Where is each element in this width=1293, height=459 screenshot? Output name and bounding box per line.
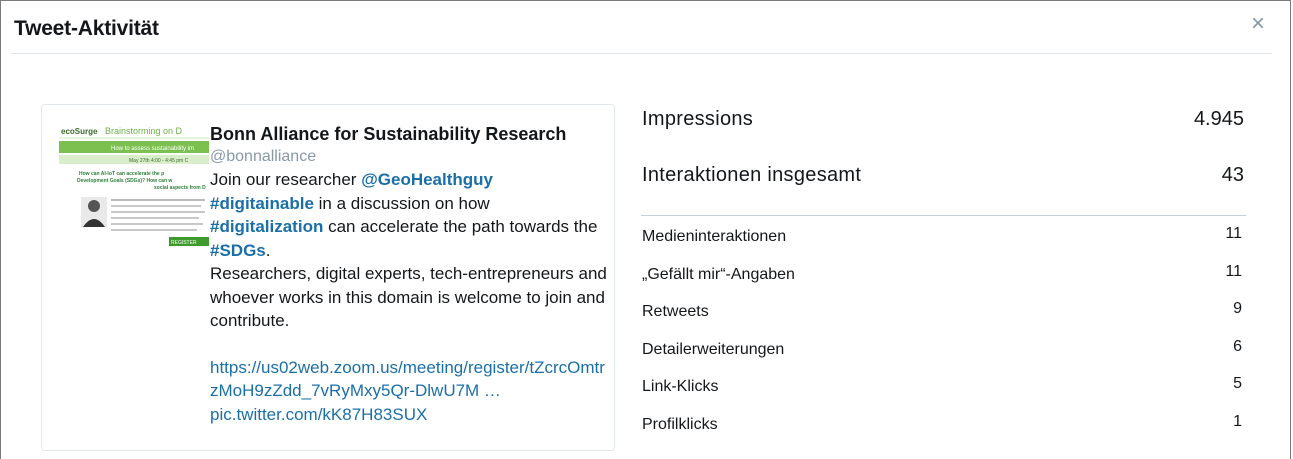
stat-impressions: Impressions 4.945	[641, 101, 1246, 157]
tweet-media-thumbnail[interactable]: ecoSurge Brainstorming on D How to asses…	[59, 121, 209, 259]
zoom-registration-link[interactable]: https://us02web.zoom.us/meeting/register…	[210, 358, 605, 401]
author-handle[interactable]: @bonnalliance	[210, 146, 610, 168]
stat-link-clicks: Link-Klicks 5	[641, 366, 1246, 404]
stat-label: Interaktionen insgesamt	[642, 164, 862, 186]
stat-value: 9	[1233, 300, 1242, 317]
stat-label: Medieninteraktionen	[642, 228, 787, 245]
stats-panel: Impressions 4.945 Interaktionen insgesam…	[641, 101, 1246, 441]
stat-label: Impressions	[642, 108, 754, 130]
flyer-question-2: Development Goals (SDGs)? How can w	[77, 178, 172, 184]
media-link[interactable]: pic.twitter.com/kK87H83SUX	[210, 405, 427, 424]
stat-value: 1	[1233, 412, 1242, 430]
stat-detail-expands: Detailerweiterungen 6	[641, 329, 1246, 367]
tweet-text-part: can accelerate the path towards the	[328, 217, 598, 236]
mention-link[interactable]: @GeoHealthguy	[361, 170, 493, 189]
tweet-text-part: Join our researcher	[210, 170, 362, 189]
stat-value: 6	[1233, 337, 1242, 355]
stat-media-interactions: Medieninteraktionen 11	[641, 216, 1246, 254]
event-flyer-image: ecoSurge Brainstorming on D How to asses…	[59, 121, 209, 259]
header-divider	[11, 53, 1272, 54]
tweet-activity-dialog: Tweet-Aktivität × ecoSurge Brainstorming…	[0, 0, 1291, 459]
author-name[interactable]: Bonn Alliance for Sustainability Researc…	[210, 122, 610, 146]
stat-label: „Gefällt mir“-Angaben	[642, 265, 795, 283]
stat-retweets: Retweets 9	[641, 291, 1246, 329]
tweet-card[interactable]: ecoSurge Brainstorming on D How to asses…	[41, 104, 615, 451]
stat-value: 5	[1233, 375, 1242, 392]
flyer-heading: Brainstorming on D	[105, 126, 183, 136]
stat-value: 11	[1225, 262, 1242, 280]
dialog-title: Tweet-Aktivität	[14, 17, 159, 40]
stat-value: 43	[1221, 164, 1244, 186]
tweet-body: Bonn Alliance for Sustainability Researc…	[210, 121, 610, 426]
hashtag-link[interactable]: #SDGs	[210, 241, 266, 260]
flyer-register: REGISTER	[171, 240, 197, 246]
stat-value: 4.945	[1193, 108, 1244, 130]
tweet-text: Join our researcher @GeoHealthguy #digit…	[210, 168, 610, 426]
stat-value: 11	[1225, 225, 1242, 242]
tweet-text-part: Researchers, digital experts, tech-entre…	[210, 264, 607, 330]
stat-likes: „Gefällt mir“-Angaben 11	[641, 254, 1246, 292]
stat-label: Link-Klicks	[642, 378, 719, 395]
hashtag-link[interactable]: #digitainable	[210, 194, 314, 213]
flyer-banner: How to assess sustainability im	[111, 146, 194, 152]
stat-profile-clicks: Profilklicks 1	[641, 404, 1246, 442]
stat-total-interactions: Interaktionen insgesamt 43	[641, 157, 1246, 213]
stat-label: Profilklicks	[642, 415, 718, 433]
tweet-text-part: .	[265, 240, 271, 260]
flyer-question-1: How can AI-IoT can accelerate the p	[79, 171, 164, 177]
dialog-header: Tweet-Aktivität ×	[1, 1, 1290, 55]
stat-label: Retweets	[642, 303, 709, 320]
flyer-date: May 27th 4:00 - 4:45 pm C	[129, 158, 189, 164]
stat-label: Detailerweiterungen	[642, 340, 785, 358]
tweet-text-part: in a discussion on how	[313, 193, 490, 213]
flyer-brand: ecoSurge	[61, 127, 98, 136]
hashtag-link[interactable]: #digitalization	[210, 217, 323, 236]
flyer-question-3: social aspects from D	[154, 185, 206, 191]
close-icon[interactable]: ×	[1251, 12, 1265, 36]
